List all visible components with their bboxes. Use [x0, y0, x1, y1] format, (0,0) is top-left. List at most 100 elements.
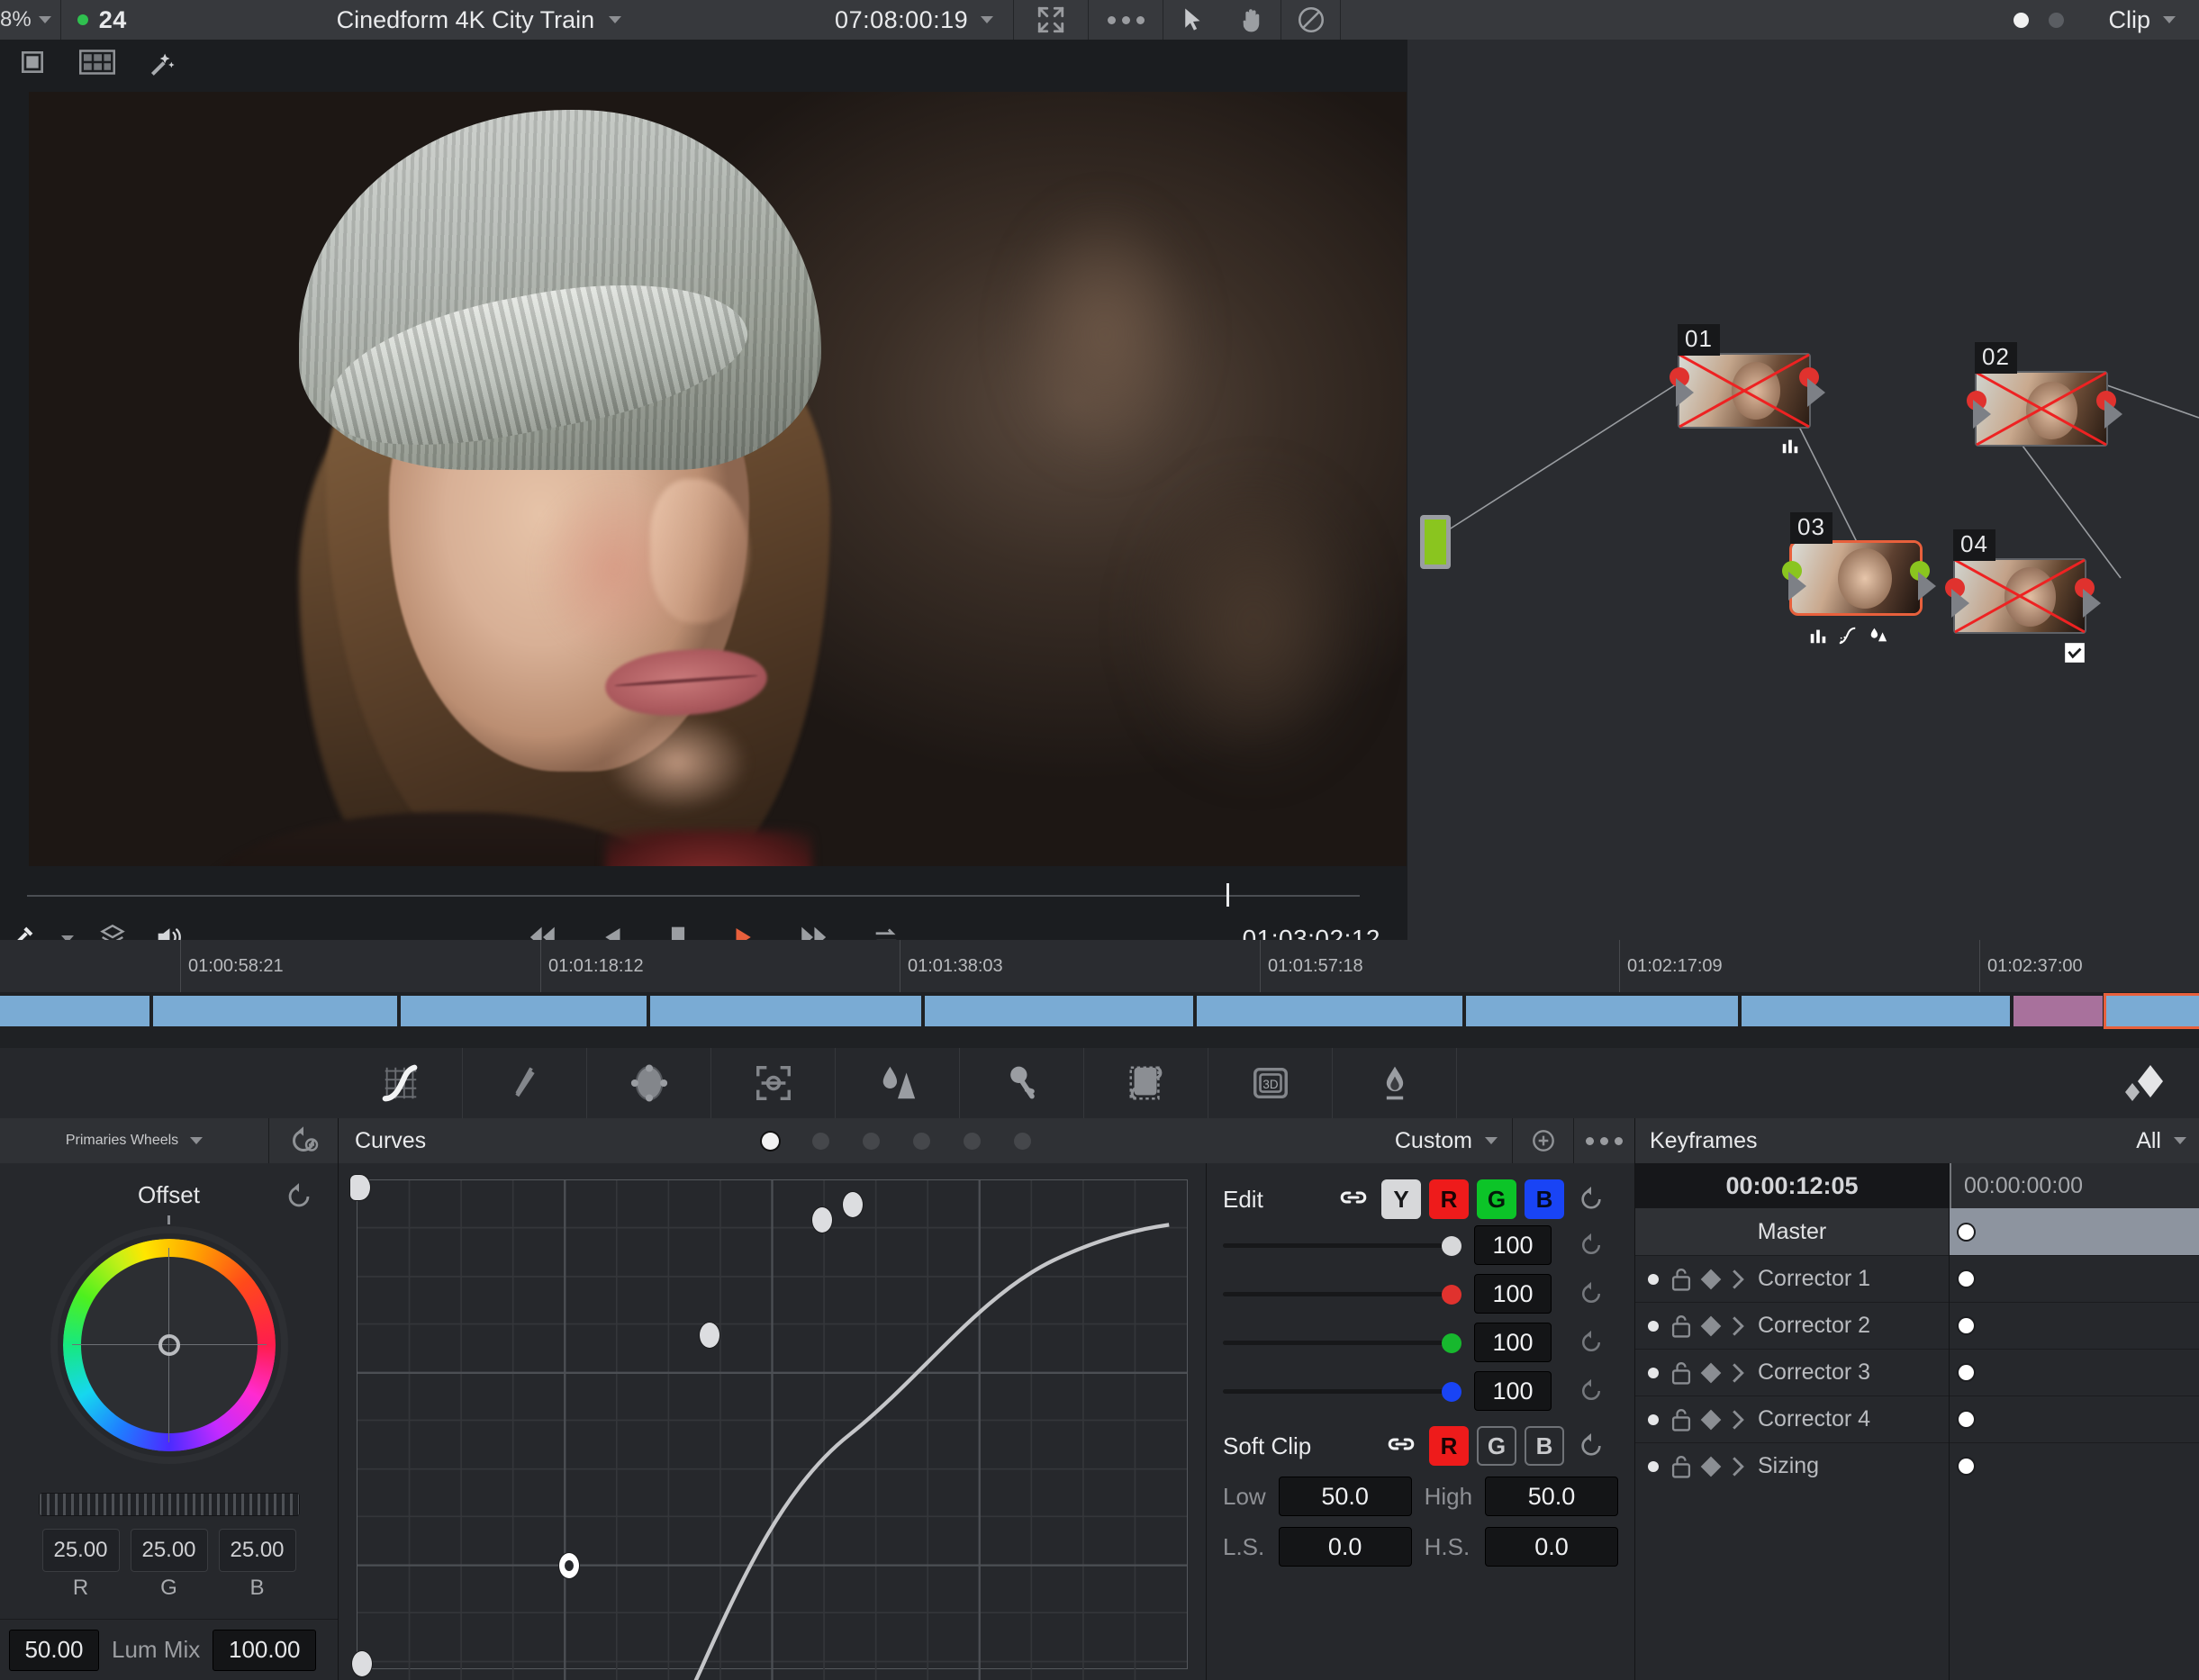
- keyframes-track-sizing[interactable]: [1950, 1442, 2199, 1489]
- offset-color-wheel[interactable]: [34, 1215, 304, 1487]
- timeline-clips[interactable]: [0, 993, 2199, 1029]
- soft-clip-reset-button[interactable]: [1564, 1432, 1618, 1460]
- chevron-right-icon[interactable]: [1729, 1269, 1747, 1290]
- timeline-clip[interactable]: [1742, 996, 2010, 1026]
- node-04[interactable]: 04: [1945, 529, 2101, 663]
- keyframes-track-corrector-3[interactable]: [1950, 1349, 2199, 1395]
- keyframes-master-label[interactable]: Master: [1635, 1208, 1949, 1255]
- curve-point-0[interactable]: [352, 1651, 372, 1676]
- timeline-clip[interactable]: [925, 996, 1193, 1026]
- edit-slider-red[interactable]: [1223, 1269, 1461, 1318]
- clip-title-area[interactable]: Cinedform 4K City Train: [143, 6, 815, 34]
- palette-stereo3d-button[interactable]: 3D: [1208, 1048, 1333, 1118]
- offset-master-dial[interactable]: [38, 1493, 300, 1516]
- curves-add-keyframe-button[interactable]: [1512, 1118, 1573, 1163]
- timeline-clip[interactable]: [649, 996, 922, 1026]
- keyframe-diamond-icon[interactable]: [1700, 1269, 1722, 1289]
- keyframe-diamond-icon[interactable]: [1700, 1456, 1722, 1477]
- chevron-right-icon[interactable]: [1729, 1315, 1747, 1337]
- soft-clip-high-value[interactable]: 50.0: [1485, 1477, 1618, 1516]
- keyframes-row-sizing[interactable]: Sizing: [1635, 1442, 1949, 1489]
- track-enable-dot-icon[interactable]: [1648, 1367, 1659, 1378]
- soft-clip-hs-value[interactable]: 0.0: [1485, 1527, 1618, 1567]
- viewer-scrubber[interactable]: [0, 881, 1407, 908]
- curves-mode-dot[interactable]: [913, 1132, 931, 1150]
- timeline-clip[interactable]: [1196, 996, 1463, 1026]
- chevron-down-icon[interactable]: [1485, 1137, 1498, 1144]
- timeline-clip[interactable]: [1466, 996, 1739, 1026]
- timeline-clip[interactable]: [0, 996, 149, 1026]
- track-enable-dot-icon[interactable]: [1648, 1320, 1659, 1332]
- offset-b-value[interactable]: 25.00: [218, 1529, 296, 1572]
- edit-reset-button[interactable]: [1564, 1185, 1618, 1214]
- slider-knob[interactable]: [1442, 1382, 1461, 1402]
- edit-channel-y-button[interactable]: Y: [1381, 1179, 1421, 1219]
- edit-channel-b-button[interactable]: B: [1525, 1179, 1564, 1219]
- curves-preset-selector[interactable]: Custom: [1395, 1128, 1512, 1154]
- contrast-value[interactable]: 50.00: [9, 1629, 99, 1671]
- keyframe-marker[interactable]: [1959, 1224, 1974, 1240]
- cursor-tool-button[interactable]: [1163, 0, 1222, 40]
- palette-qualifier-button[interactable]: [463, 1048, 587, 1118]
- chevron-down-icon[interactable]: [2174, 1137, 2186, 1144]
- fullscreen-button[interactable]: [1014, 0, 1088, 40]
- track-enable-dot-icon[interactable]: [1648, 1273, 1659, 1285]
- source-node[interactable]: [1420, 515, 1451, 569]
- video-preview-image[interactable]: [29, 92, 1407, 866]
- edit-reset-luma-button[interactable]: [1564, 1232, 1618, 1259]
- edit-value-red[interactable]: 100: [1474, 1274, 1552, 1314]
- slider-knob[interactable]: [1442, 1333, 1461, 1353]
- curve-graph[interactable]: [350, 1175, 1188, 1680]
- edit-value-green[interactable]: 100: [1474, 1323, 1552, 1362]
- chevron-down-icon[interactable]: [609, 16, 622, 23]
- keyframe-marker[interactable]: [1959, 1459, 1974, 1474]
- keyframes-track-corrector-2[interactable]: [1950, 1302, 2199, 1349]
- offset-r-value[interactable]: 25.00: [41, 1529, 120, 1572]
- node-scope-selector[interactable]: Clip: [2073, 6, 2199, 34]
- keyframes-filter-selector[interactable]: All: [2136, 1128, 2199, 1154]
- curve-point-2[interactable]: [700, 1323, 719, 1348]
- edit-slider-green[interactable]: [1223, 1318, 1461, 1367]
- keyframe-marker[interactable]: [1959, 1318, 1974, 1333]
- lock-icon[interactable]: [1670, 1267, 1693, 1292]
- soft-clip-low-value[interactable]: 50.0: [1278, 1477, 1412, 1516]
- curves-mode-dot-active[interactable]: [762, 1132, 780, 1150]
- soft-clip-ls-value[interactable]: 0.0: [1278, 1527, 1412, 1567]
- zoom-control[interactable]: 8%: [0, 0, 60, 40]
- more-options-button[interactable]: [1089, 0, 1163, 40]
- lock-icon[interactable]: [1670, 1360, 1693, 1386]
- soft-clip-channel-g-button[interactable]: G: [1477, 1426, 1516, 1466]
- palette-blur-button[interactable]: [836, 1048, 960, 1118]
- lock-icon[interactable]: [1670, 1314, 1693, 1339]
- palette-sizing-button[interactable]: [1084, 1048, 1208, 1118]
- keyframes-row-corrector-1[interactable]: Corrector 1: [1635, 1255, 1949, 1302]
- keyframe-diamond-icon[interactable]: [1700, 1362, 1722, 1383]
- chevron-down-icon[interactable]: [38, 16, 51, 23]
- curve-point-4[interactable]: [843, 1192, 863, 1217]
- timeline-clip-accent[interactable]: [2013, 996, 2103, 1026]
- curve-point-1[interactable]: [559, 1553, 579, 1578]
- edit-channel-r-button[interactable]: R: [1429, 1179, 1469, 1219]
- offset-g-value[interactable]: 25.00: [130, 1529, 208, 1572]
- curve-point-black[interactable]: [350, 1175, 370, 1200]
- curves-mode-dot[interactable]: [812, 1132, 830, 1150]
- keyframes-row-corrector-2[interactable]: Corrector 2: [1635, 1302, 1949, 1349]
- keyframes-row-corrector-4[interactable]: Corrector 4: [1635, 1395, 1949, 1442]
- primaries-reset-all-button[interactable]: [268, 1118, 338, 1163]
- timeline-ruler[interactable]: 01:00:58:21 01:01:18:12 01:01:38:03 01:0…: [0, 940, 2199, 992]
- hand-tool-button[interactable]: [1222, 0, 1280, 40]
- scrubber-playhead[interactable]: [1226, 883, 1229, 907]
- node-01[interactable]: 01: [1670, 324, 1825, 454]
- curve-graph-zone[interactable]: [339, 1163, 1206, 1680]
- lock-icon[interactable]: [1670, 1407, 1693, 1432]
- keyframes-track-corrector-4[interactable]: [1950, 1395, 2199, 1442]
- timeline-strip[interactable]: 01:00:58:21 01:01:18:12 01:01:38:03 01:0…: [0, 940, 2199, 1048]
- slider-knob[interactable]: [1442, 1236, 1461, 1256]
- lock-icon[interactable]: [1670, 1454, 1693, 1479]
- keyframe-marker[interactable]: [1959, 1412, 1974, 1427]
- palette-curves-button[interactable]: [339, 1048, 463, 1118]
- viewer-mode-button[interactable]: [0, 40, 65, 85]
- edit-channel-g-button[interactable]: G: [1477, 1179, 1516, 1219]
- primaries-title-group[interactable]: Primaries Wheels: [0, 1133, 268, 1149]
- palette-motion-effects-button[interactable]: [1333, 1048, 1457, 1118]
